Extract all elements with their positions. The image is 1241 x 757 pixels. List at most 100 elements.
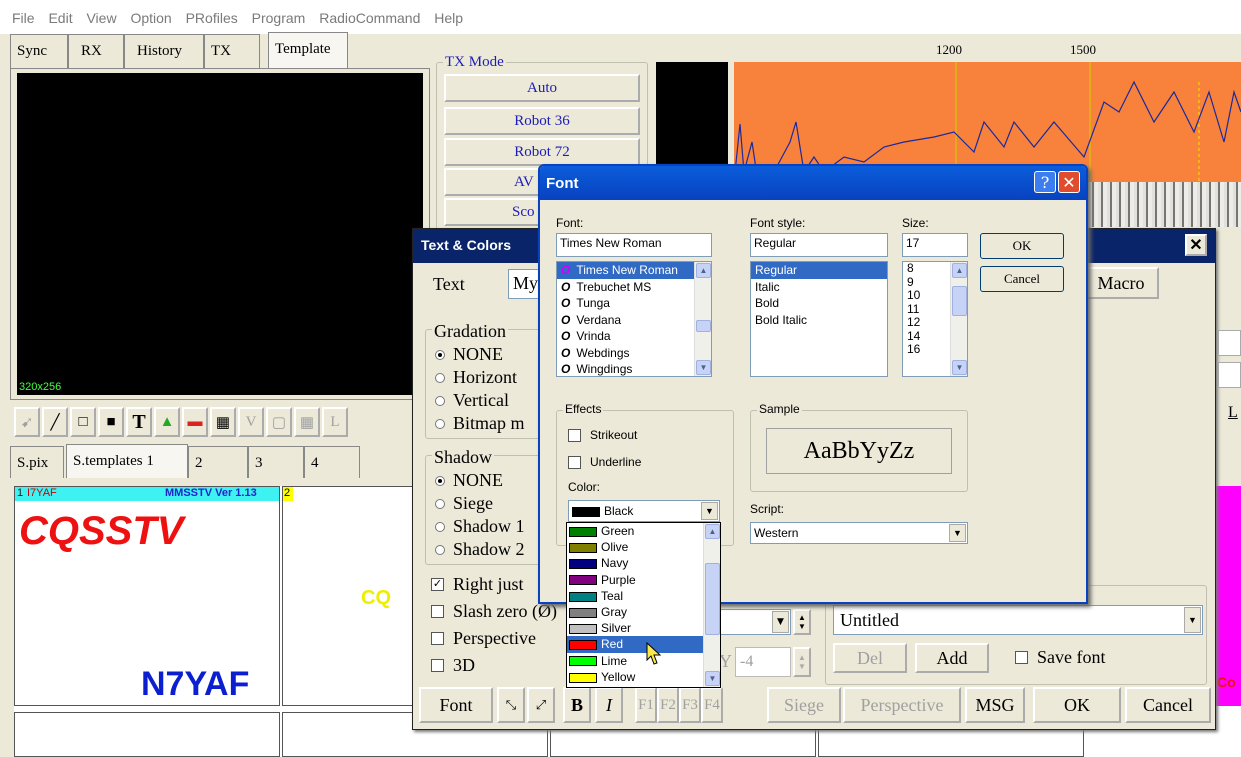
color-option-olive[interactable]: Olive	[567, 539, 720, 555]
color-option-green[interactable]: Green	[567, 523, 720, 539]
f4-button[interactable]: F4	[701, 687, 723, 723]
right-field-2[interactable]	[1218, 362, 1241, 388]
tab-template-3[interactable]: 3	[248, 446, 304, 478]
siege-button[interactable]: Siege	[767, 687, 841, 723]
filled-rectangle-tool-icon[interactable]: ■	[98, 407, 124, 437]
template-thumb-5[interactable]	[14, 712, 280, 757]
scroll-up-icon[interactable]: ▲	[696, 263, 711, 278]
template-thumb-2[interactable]: 2 CQ	[282, 486, 418, 706]
font-profile-combo[interactable]: Untitled ▼	[833, 605, 1203, 635]
font-name-input[interactable]: Times New Roman	[556, 233, 712, 257]
y-offset-spinner[interactable]: ▲ ▼	[793, 647, 811, 677]
color-list-scrollbar[interactable]: ▲ ▼	[703, 523, 720, 687]
size-scroll-up-icon[interactable]: ▲	[952, 263, 967, 278]
menu-program[interactable]: Program	[252, 10, 306, 26]
bold-button[interactable]: B	[563, 687, 591, 723]
color-dropdown-list[interactable]: Green Olive Navy Purple Teal Gray Silver…	[566, 522, 721, 688]
font-item-times-new-roman[interactable]: O Times New Roman	[557, 262, 711, 279]
line-tool-icon[interactable]: ╱	[42, 407, 68, 437]
size-combo[interactable]: ▼	[713, 609, 791, 635]
script-combo[interactable]: Western ▼	[750, 522, 968, 544]
menu-radiocommand[interactable]: RadioCommand	[319, 10, 420, 26]
font-style-list[interactable]: Regular Italic Bold Bold Italic	[750, 261, 888, 377]
text-tool-icon[interactable]: T	[126, 407, 152, 437]
layer-tool-icon[interactable]: L	[322, 407, 348, 437]
style-item-bold-italic[interactable]: Bold Italic	[751, 312, 887, 329]
font-item-wingdings[interactable]: O Wingdings	[557, 361, 711, 376]
size-scroll-down-icon[interactable]: ▼	[952, 360, 967, 375]
perspective-button[interactable]: Perspective	[843, 687, 961, 723]
f2-button[interactable]: F2	[657, 687, 679, 723]
expand-icon[interactable]: ⤢	[527, 687, 555, 723]
style-item-italic[interactable]: Italic	[751, 279, 887, 296]
size-list[interactable]: 8 9 10 11 12 14 16 ▲ ▼	[902, 261, 968, 377]
disabled-tool-icon[interactable]: V	[238, 407, 264, 437]
font-item-tunga[interactable]: O Tunga	[557, 295, 711, 312]
f1-button[interactable]: F1	[635, 687, 657, 723]
tab-template[interactable]: Template	[268, 32, 348, 68]
font-dialog-close-icon[interactable]: ✕	[1058, 171, 1080, 193]
mode-robot72-button[interactable]: Robot 72	[444, 138, 640, 166]
color-option-red[interactable]: Red	[567, 636, 720, 653]
font-list-scrollbar[interactable]: ▲ ▼	[694, 262, 711, 376]
script-combo-arrow-icon[interactable]: ▼	[949, 524, 966, 542]
underline-checkbox[interactable]: Underline	[568, 455, 641, 469]
menu-edit[interactable]: Edit	[48, 10, 72, 26]
mode-auto-button[interactable]: Auto	[444, 74, 640, 102]
size-list-scrollbar[interactable]: ▲ ▼	[950, 262, 967, 376]
tab-template-2[interactable]: 2	[188, 446, 248, 478]
menu-help[interactable]: Help	[434, 10, 463, 26]
template-thumb-1[interactable]: 1 I7YAF MMSSTV Ver 1.13 CQSSTV N7YAF	[14, 486, 280, 706]
shrink-icon[interactable]: ⤡	[497, 687, 525, 723]
shadow-none-radio[interactable]: NONE	[435, 469, 525, 492]
font-profile-arrow-icon[interactable]: ▼	[1184, 607, 1201, 633]
template-thumb-magenta[interactable]: Co	[1214, 486, 1241, 706]
scroll-thumb[interactable]	[696, 320, 711, 332]
right-field-1[interactable]	[1218, 330, 1241, 356]
font-cancel-button[interactable]: Cancel	[980, 266, 1064, 292]
color-option-yellow[interactable]: Yellow	[567, 669, 720, 685]
font-ok-button[interactable]: OK	[980, 233, 1064, 259]
font-button[interactable]: Font	[419, 687, 493, 723]
paste-tool-icon[interactable]: ▢	[266, 407, 292, 437]
strikeout-checkbox[interactable]: Strikeout	[568, 428, 637, 442]
mode-robot36-button[interactable]: Robot 36	[444, 107, 640, 135]
tab-sync[interactable]: Sync	[10, 34, 68, 68]
shadow-1-radio[interactable]: Shadow 1	[435, 515, 525, 538]
color-option-gray[interactable]: Gray	[567, 604, 720, 620]
macro-button[interactable]: Macro	[1083, 267, 1159, 299]
font-item-verdana[interactable]: O Verdana	[557, 312, 711, 329]
gradation-none-radio[interactable]: NONE	[435, 343, 525, 366]
tab-tx[interactable]: TX	[204, 34, 260, 68]
image-tool-icon[interactable]: ▲	[154, 407, 180, 437]
gradation-horizontal-radio[interactable]: Horizont	[435, 366, 525, 389]
italic-button[interactable]: I	[595, 687, 623, 723]
menu-view[interactable]: View	[86, 10, 116, 26]
f3-button[interactable]: F3	[679, 687, 701, 723]
profile-add-button[interactable]: Add	[915, 643, 989, 673]
menu-file[interactable]: File	[12, 10, 35, 26]
3d-checkbox[interactable]: 3D	[431, 652, 571, 679]
size-scroll-thumb[interactable]	[952, 286, 967, 316]
color-option-purple[interactable]: Purple	[567, 572, 720, 588]
msg-button[interactable]: MSG	[965, 687, 1025, 723]
color-option-lime[interactable]: Lime	[567, 653, 720, 669]
text-colors-close-button[interactable]: ✕	[1185, 234, 1207, 256]
pointer-tool-icon[interactable]: ➹	[14, 407, 40, 437]
color-combo-arrow-icon[interactable]: ▼	[701, 502, 718, 520]
color-option-teal[interactable]: Teal	[567, 588, 720, 604]
font-list[interactable]: O Times New Roman O Trebuchet MS O Tunga OV…	[556, 261, 712, 377]
color-scroll-up-icon[interactable]: ▲	[705, 524, 720, 539]
y-offset-input[interactable]: -4	[735, 647, 791, 677]
waterfall-display[interactable]	[1080, 182, 1241, 227]
preview-canvas[interactable]: 320x256	[17, 73, 423, 395]
tab-rx[interactable]: RX	[68, 34, 124, 68]
font-item-trebuchet[interactable]: O Trebuchet MS	[557, 279, 711, 296]
font-style-input[interactable]: Regular	[750, 233, 888, 257]
style-item-bold[interactable]: Bold	[751, 295, 887, 312]
save-font-checkbox[interactable]: Save font	[1015, 647, 1105, 668]
color-combo[interactable]: Black ▼	[568, 500, 720, 522]
help-icon[interactable]: ?	[1034, 171, 1056, 193]
scroll-down-icon[interactable]: ▼	[696, 360, 711, 375]
color-bar-tool-icon[interactable]: ▬	[182, 407, 208, 437]
